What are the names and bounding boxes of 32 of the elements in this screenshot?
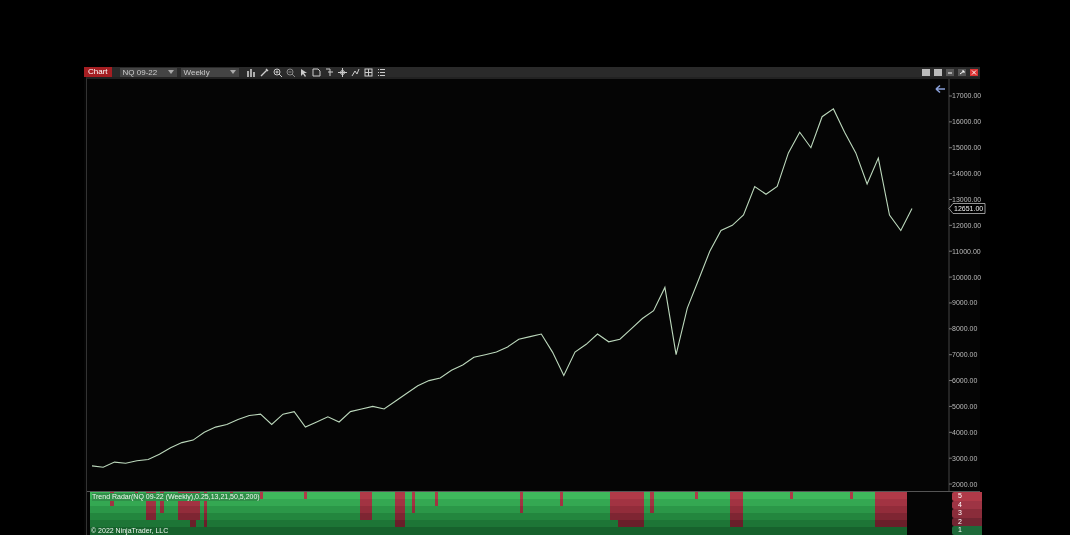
signal-bar — [304, 492, 307, 499]
signal-bar — [850, 492, 853, 499]
signal-bar — [395, 492, 405, 527]
signal-bar — [875, 492, 907, 527]
trend-icon[interactable] — [350, 67, 360, 77]
back-arrow-icon[interactable] — [935, 84, 946, 94]
instrument-dropdown[interactable]: NQ 09-22 — [119, 67, 177, 77]
signal-bar — [560, 492, 563, 506]
close-icon[interactable] — [970, 68, 978, 76]
signal-bar — [650, 492, 654, 513]
bars-icon[interactable] — [246, 67, 256, 77]
page-icon[interactable] — [311, 67, 321, 77]
signal-bar — [435, 492, 438, 506]
signal-bar — [790, 492, 793, 499]
crosshair-icon[interactable] — [337, 67, 347, 77]
zoom-in-icon[interactable] — [272, 67, 282, 77]
grid-icon[interactable] — [363, 67, 373, 77]
minimize-icon[interactable] — [946, 68, 954, 76]
pencil-icon[interactable] — [259, 67, 269, 77]
restore-icon[interactable] — [958, 68, 966, 76]
caret-icon — [167, 70, 174, 74]
pointer-icon[interactable] — [298, 67, 308, 77]
signal-bar — [695, 492, 698, 499]
chart-tab[interactable]: Chart — [84, 67, 112, 77]
caret-icon — [229, 70, 236, 74]
list-icon[interactable] — [376, 67, 386, 77]
signal-bar — [730, 492, 743, 527]
signal-bar — [360, 492, 372, 520]
period-dropdown[interactable]: Weekly — [180, 67, 239, 77]
zoom-out-icon[interactable] — [285, 67, 295, 77]
signal-bar — [412, 492, 415, 513]
signal-bar — [520, 492, 523, 513]
